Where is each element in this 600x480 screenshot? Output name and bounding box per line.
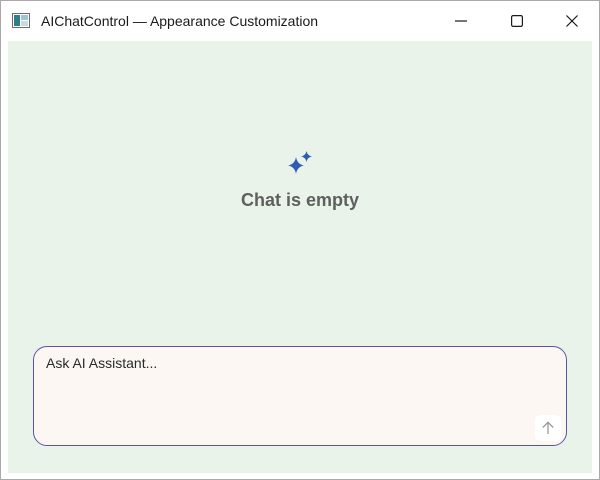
minimize-button[interactable] xyxy=(438,1,484,41)
prompt-input-container[interactable] xyxy=(33,346,567,446)
app-icon xyxy=(12,13,30,28)
arrow-up-icon xyxy=(542,421,554,434)
close-icon xyxy=(566,15,578,27)
maximize-button[interactable] xyxy=(494,1,540,41)
chat-area: Chat is empty xyxy=(8,41,592,473)
close-button[interactable] xyxy=(549,1,595,41)
minimize-icon xyxy=(455,20,467,22)
empty-state: Chat is empty xyxy=(8,149,592,211)
app-window: AIChatControl — Appearance Customization xyxy=(0,0,600,480)
prompt-input[interactable] xyxy=(46,355,516,425)
send-button[interactable] xyxy=(535,415,561,441)
window-title: AIChatControl — Appearance Customization xyxy=(41,13,319,29)
sparkle-icon xyxy=(288,151,312,174)
maximize-icon xyxy=(511,15,523,27)
empty-chat-text: Chat is empty xyxy=(240,190,360,210)
title-bar[interactable]: AIChatControl — Appearance Customization xyxy=(1,1,599,41)
